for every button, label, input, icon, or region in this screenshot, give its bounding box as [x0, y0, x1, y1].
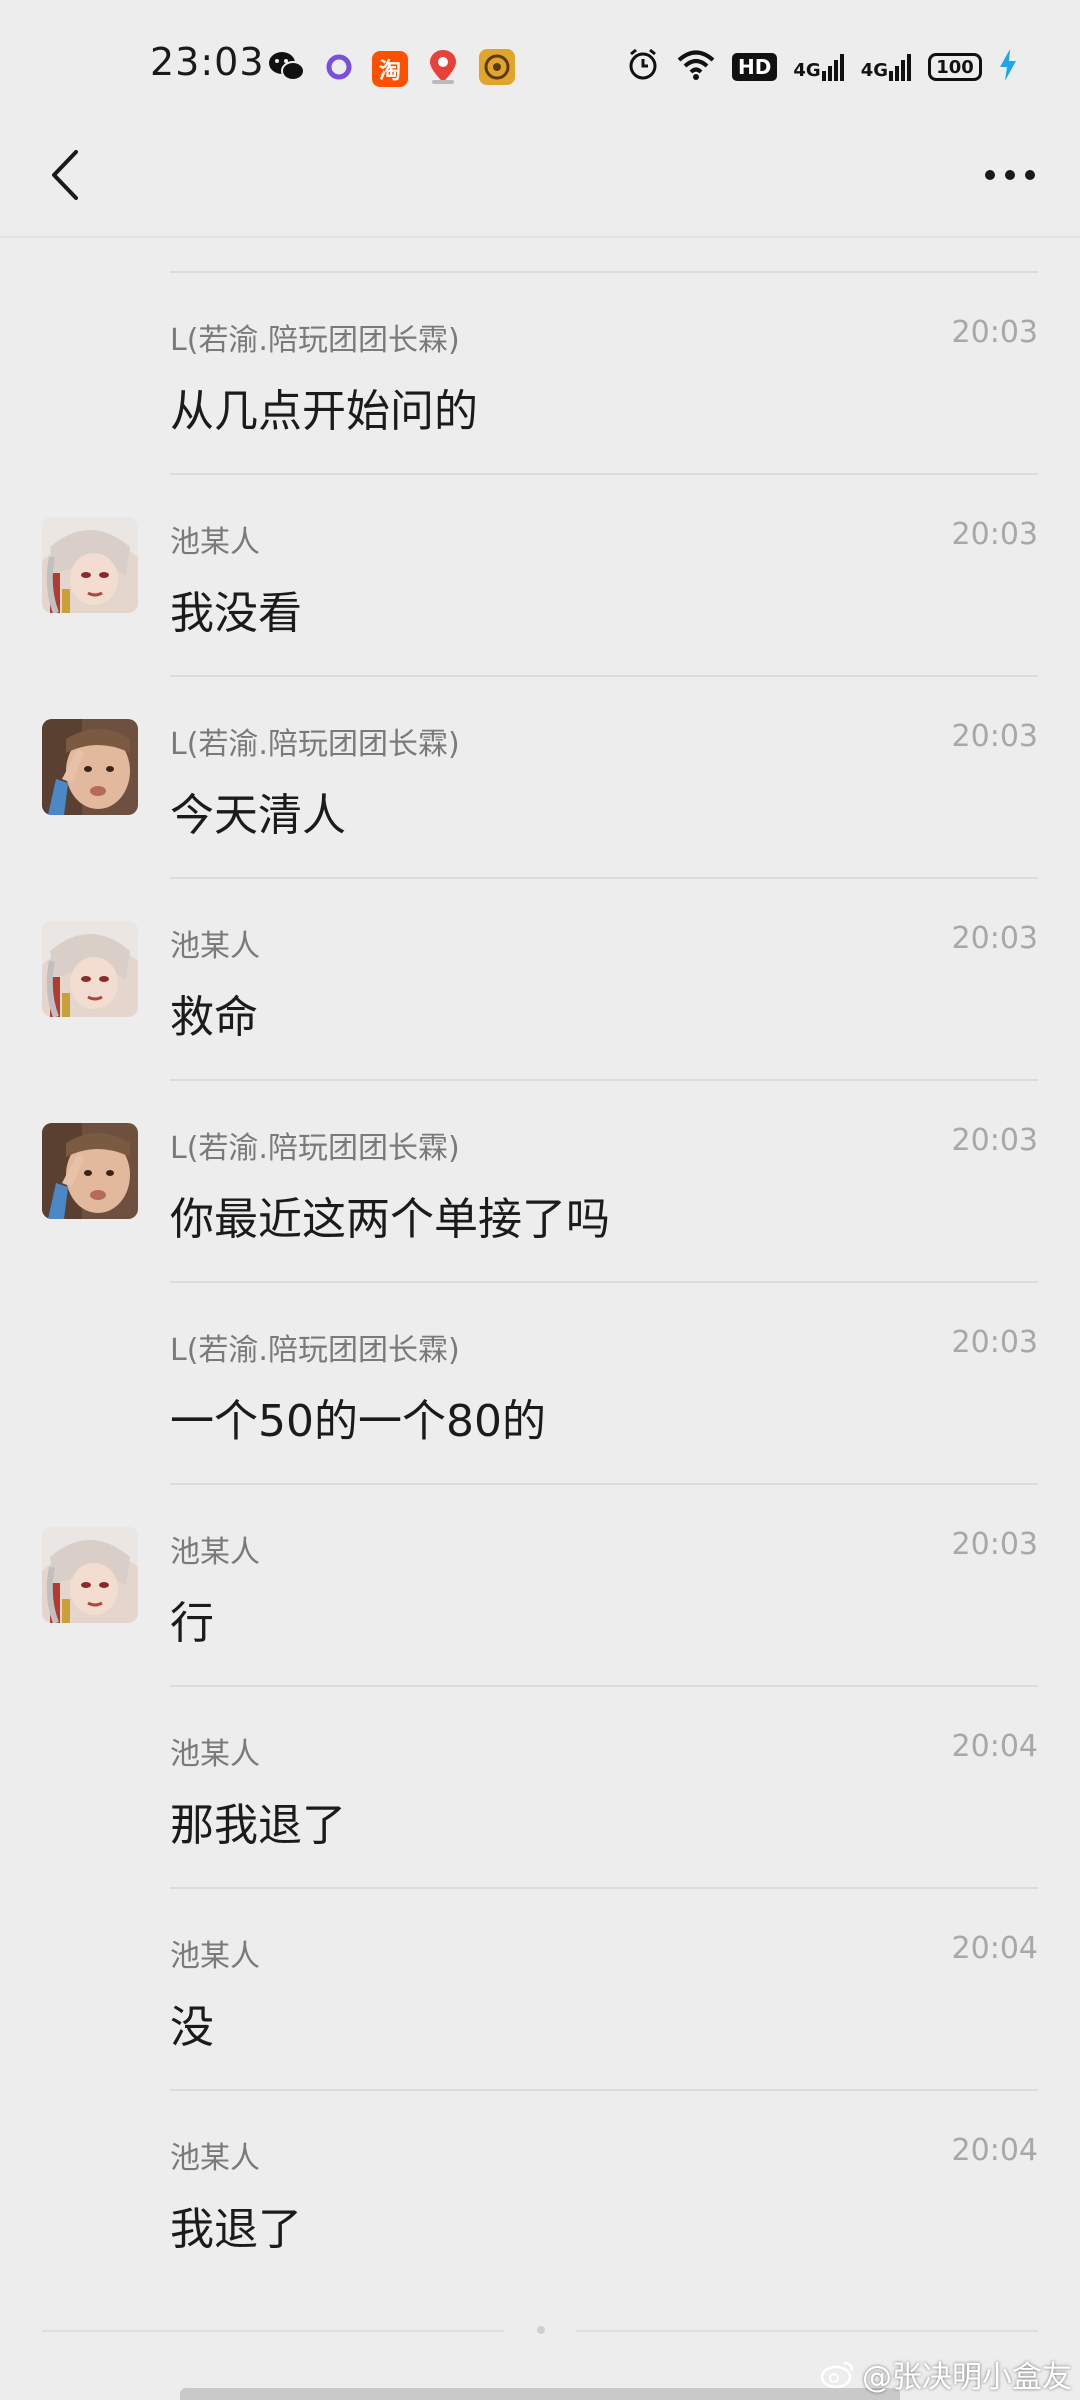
back-button[interactable]: [30, 140, 100, 210]
record-divider: [170, 473, 1038, 475]
compass-app-icon: [478, 48, 516, 90]
nav-divider: [0, 236, 1080, 238]
record-divider: [170, 1685, 1038, 1687]
bottom-scroll-indicator: [180, 2388, 900, 2400]
weibo-watermark: @张决明小盒友: [820, 2352, 1072, 2396]
record-divider: [170, 1281, 1038, 1283]
map-pin-icon: [426, 48, 460, 90]
network-type-2: 4G: [860, 60, 888, 81]
end-dot: [537, 2326, 545, 2334]
chat-record-list[interactable]: L(若渝.陪玩团团长霖) 20:03 从几点开始问的 池某人 20:03 我没看…: [0, 271, 1080, 2291]
hd-badge: HD: [732, 53, 778, 81]
message-time: 20:03: [951, 921, 1038, 956]
alarm-icon: [626, 48, 660, 86]
message-time: 20:04: [951, 1729, 1038, 1764]
system-icons: HD 4G 4G 100: [626, 48, 1018, 86]
message-time: 20:03: [951, 315, 1038, 350]
sender-name: L(若渝.陪玩团团长霖): [170, 1131, 460, 1166]
signal-icon-2: 4G: [861, 53, 912, 81]
message-content: 你最近这两个单接了吗: [170, 1194, 610, 1245]
battery-level: 100: [936, 56, 974, 78]
message-content: 从几点开始问的: [170, 386, 478, 437]
message-content: 没: [170, 2002, 214, 2053]
chat-record-item[interactable]: 池某人 20:04 那我退了: [0, 1685, 1080, 1887]
record-divider: [170, 271, 1038, 273]
wifi-icon: [676, 49, 716, 85]
navigation-bar: [0, 130, 1080, 236]
more-dots-icon: [985, 170, 1035, 180]
message-content: 我退了: [170, 2204, 302, 2255]
message-time: 20:03: [951, 719, 1038, 754]
taobao-icon: 淘: [372, 51, 408, 87]
anime-avatar[interactable]: [42, 921, 138, 1017]
message-content: 今天清人: [170, 790, 346, 841]
record-divider: [170, 1483, 1038, 1485]
message-content: 行: [170, 1598, 214, 1649]
anime-avatar[interactable]: [42, 1527, 138, 1623]
hd-label: HD: [738, 55, 772, 79]
chat-record-item[interactable]: L(若渝.陪玩团团长霖) 20:03 一个50的一个80的: [0, 1281, 1080, 1483]
taobao-label: 淘: [378, 59, 401, 84]
end-divider-left: [42, 2330, 504, 2332]
signal-icon: 4G: [793, 53, 844, 81]
record-divider: [170, 877, 1038, 879]
sender-name: L(若渝.陪玩团团长霖): [170, 727, 460, 762]
chat-record-item[interactable]: 池某人 20:03 救命: [0, 877, 1080, 1079]
child-avatar[interactable]: [42, 1123, 138, 1219]
wechat-icon: [268, 50, 306, 88]
chat-history-screen: 23:03 淘 HD 4G 4G 100 L(若渝.陪玩团团长霖) 20:03 …: [0, 0, 1080, 2400]
charging-icon: [998, 48, 1018, 86]
sender-name: 池某人: [170, 929, 260, 964]
chat-record-item[interactable]: 池某人 20:03 我没看: [0, 473, 1080, 675]
chat-record-item[interactable]: 池某人 20:04 我退了: [0, 2089, 1080, 2291]
message-content: 一个50的一个80的: [170, 1396, 546, 1447]
record-divider: [170, 675, 1038, 677]
sender-name: 池某人: [170, 525, 260, 560]
message-time: 20:03: [951, 1527, 1038, 1562]
message-time: 20:03: [951, 517, 1038, 552]
message-content: 我没看: [170, 588, 302, 639]
status-bar: 23:03 淘 HD 4G 4G 100: [0, 0, 1080, 130]
watermark-text: @张决明小盒友: [862, 2360, 1072, 2395]
message-time: 20:04: [951, 1931, 1038, 1966]
chat-record-item[interactable]: L(若渝.陪玩团团长霖) 20:03 今天清人: [0, 675, 1080, 877]
sender-name: 池某人: [170, 1939, 260, 1974]
battery-icon: 100: [928, 53, 982, 81]
network-type-1: 4G: [793, 60, 821, 81]
chat-record-item[interactable]: L(若渝.陪玩团团长霖) 20:03 从几点开始问的: [0, 271, 1080, 473]
chat-record-item[interactable]: 池某人 20:04 没: [0, 1887, 1080, 2089]
chat-record-item[interactable]: 池某人 20:03 行: [0, 1483, 1080, 1685]
record-divider: [170, 1887, 1038, 1889]
chevron-left-icon: [52, 150, 78, 200]
status-time: 23:03: [150, 40, 265, 84]
message-time: 20:03: [951, 1325, 1038, 1360]
record-divider: [170, 1079, 1038, 1081]
end-divider-right: [576, 2330, 1038, 2332]
more-options-button[interactable]: [970, 140, 1050, 210]
sender-name: L(若渝.陪玩团团长霖): [170, 323, 460, 358]
message-time: 20:03: [951, 1123, 1038, 1158]
sender-name: 池某人: [170, 1737, 260, 1772]
message-content: 救命: [170, 992, 258, 1043]
sender-name: L(若渝.陪玩团团长霖): [170, 1333, 460, 1368]
chat-record-item[interactable]: L(若渝.陪玩团团长霖) 20:03 你最近这两个单接了吗: [0, 1079, 1080, 1281]
sender-name: 池某人: [170, 2141, 260, 2176]
child-avatar[interactable]: [42, 719, 138, 815]
message-content: 那我退了: [170, 1800, 346, 1851]
anime-avatar[interactable]: [42, 517, 138, 613]
weibo-icon: [820, 2361, 854, 2389]
record-divider: [170, 2089, 1038, 2091]
circle-app-icon: [324, 52, 354, 86]
notification-icons: 淘: [268, 48, 516, 90]
message-time: 20:04: [951, 2133, 1038, 2168]
sender-name: 池某人: [170, 1535, 260, 1570]
